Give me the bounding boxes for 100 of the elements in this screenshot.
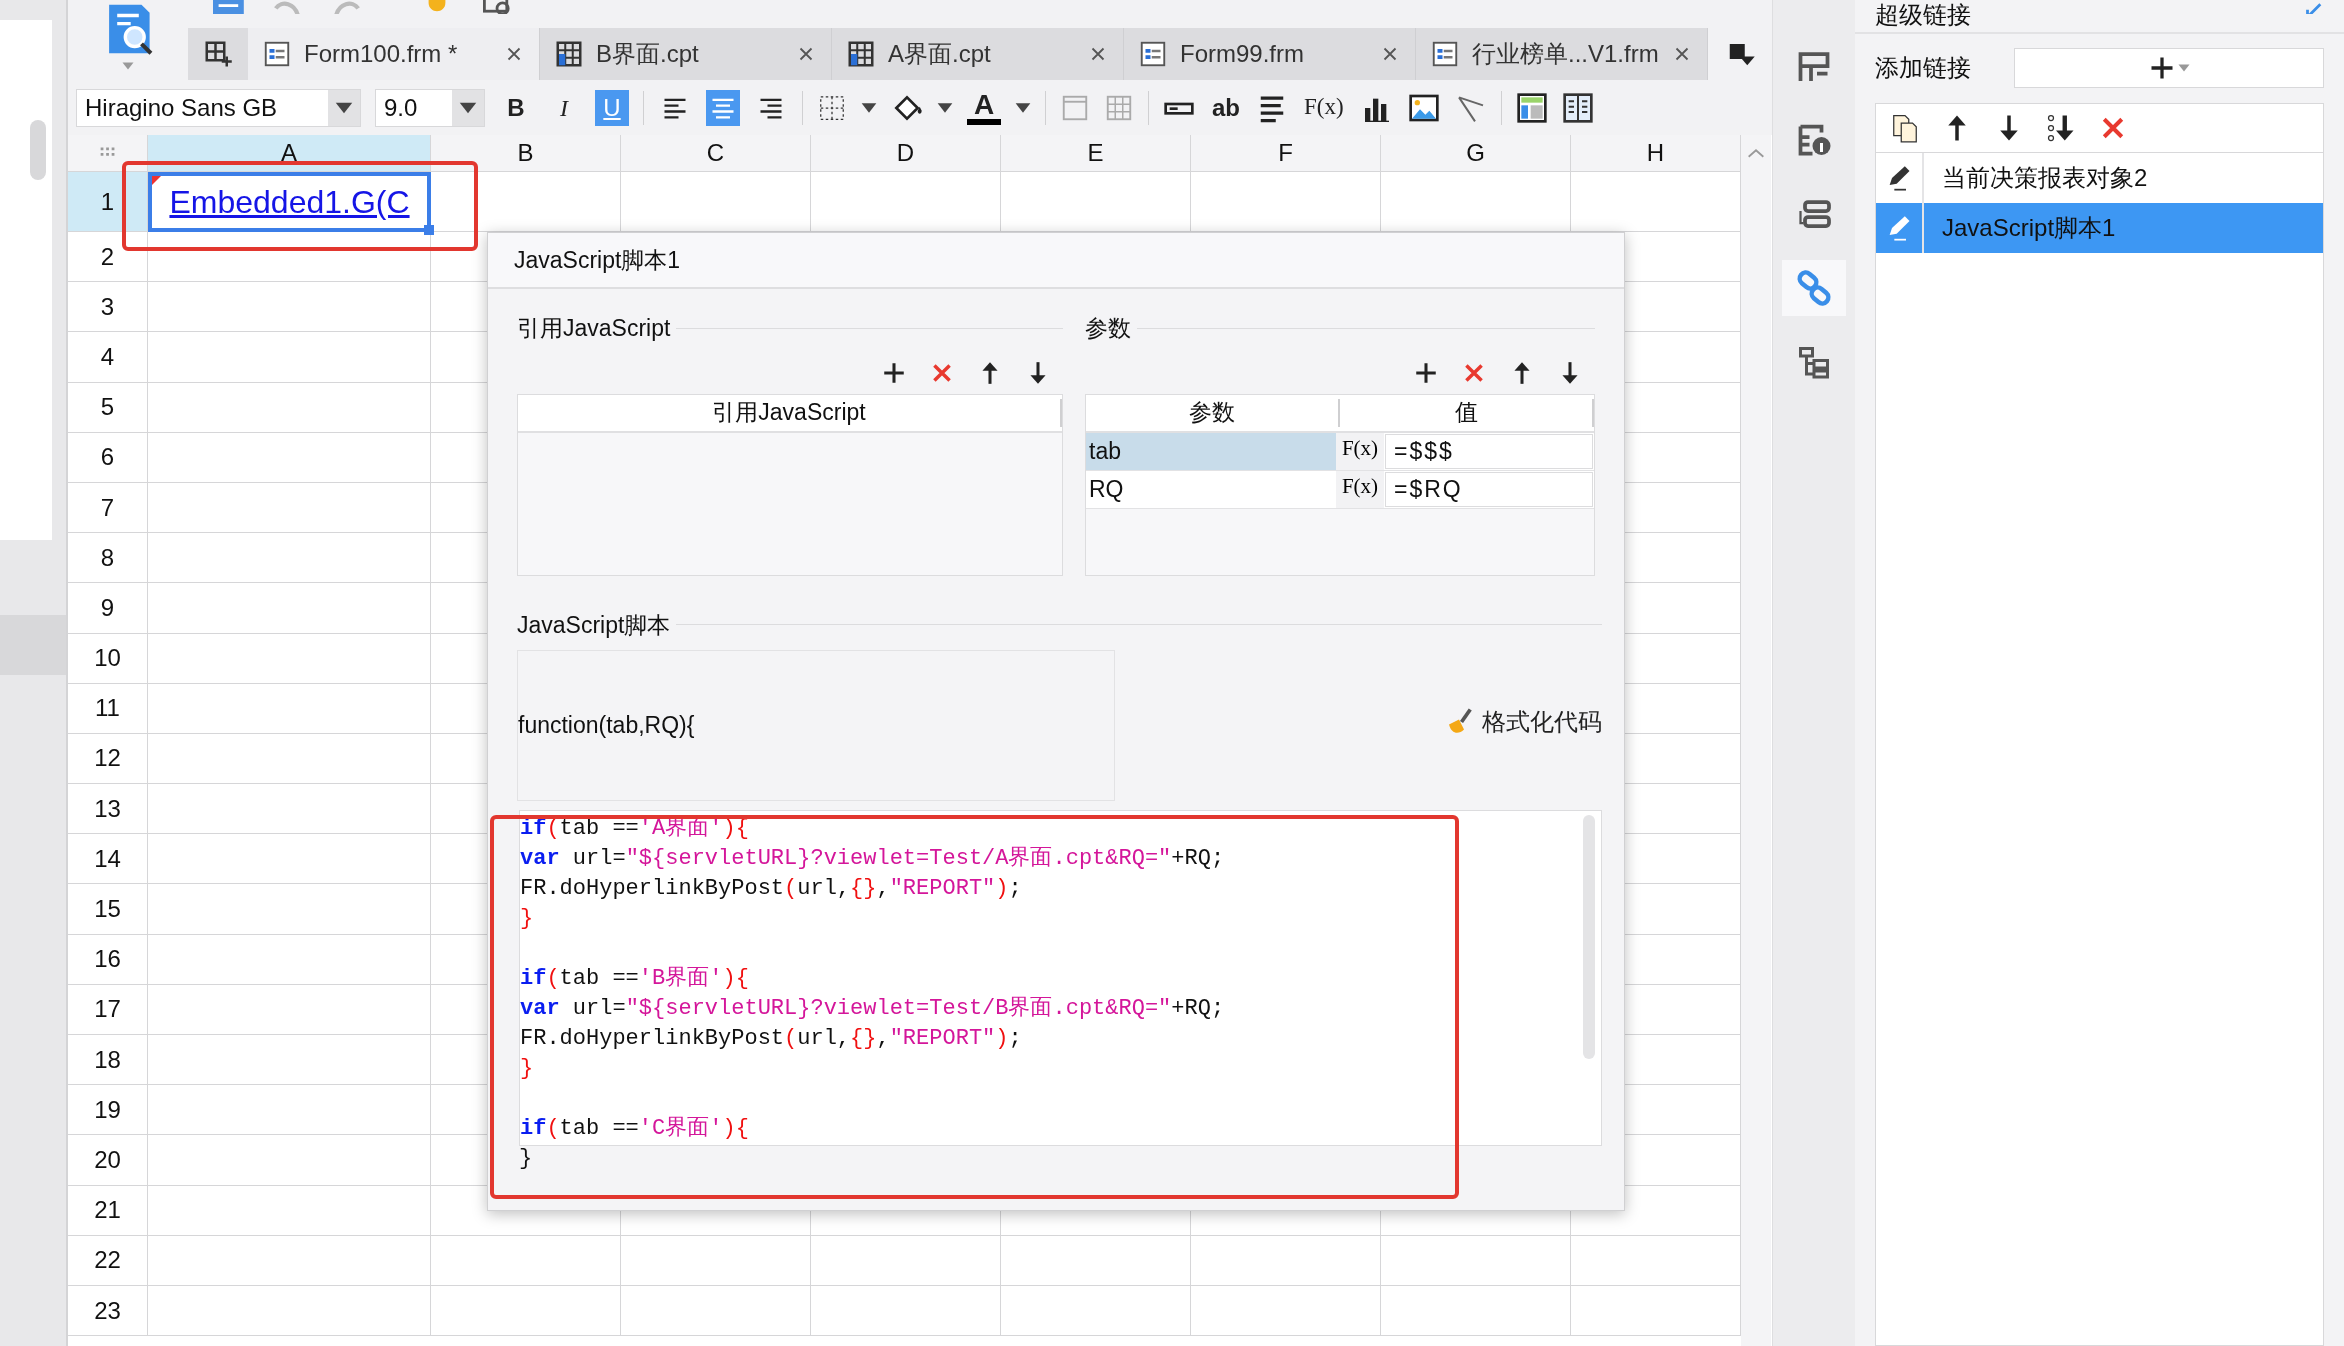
table-cell[interactable]	[621, 1235, 811, 1286]
table-cell[interactable]	[148, 683, 431, 734]
font-select[interactable]: Hiragino Sans GB	[76, 88, 361, 127]
row-header[interactable]: 16	[68, 934, 148, 985]
table-cell[interactable]	[148, 834, 431, 885]
row-header[interactable]: 20	[68, 1135, 148, 1186]
table-cell[interactable]	[148, 784, 431, 835]
table-cell[interactable]	[148, 984, 431, 1035]
panel-title: 超级链接	[1875, 0, 1971, 30]
table-cell[interactable]	[811, 1285, 1001, 1337]
copy-icon[interactable]	[1890, 113, 1920, 143]
row-header[interactable]: 18	[68, 1035, 148, 1086]
row-header[interactable]: 19	[68, 1085, 148, 1136]
table-cell[interactable]	[148, 432, 431, 483]
row-header[interactable]: 13	[68, 784, 148, 835]
font-color-button[interactable]: A	[967, 90, 1001, 125]
table-cell[interactable]	[811, 1235, 1001, 1286]
table-cell[interactable]	[148, 1135, 431, 1186]
format-code-button[interactable]: 格式化代码	[1444, 703, 1602, 740]
scrollbar-thumb[interactable]	[1583, 815, 1595, 1059]
column-header[interactable]: E	[1001, 135, 1191, 172]
table-cell[interactable]	[148, 733, 431, 785]
row-header[interactable]: 23	[68, 1285, 148, 1337]
row-header[interactable]: 12	[68, 733, 148, 785]
table-cell[interactable]	[148, 482, 431, 534]
table-cell[interactable]	[1381, 1285, 1571, 1337]
table-cell[interactable]	[148, 382, 431, 433]
row-header[interactable]: 6	[68, 432, 148, 483]
move-bottom-icon[interactable]	[2046, 113, 2076, 143]
row-header[interactable]: 14	[68, 834, 148, 885]
layout-icon[interactable]	[1515, 91, 1548, 124]
value-field[interactable]: =$$$	[1385, 433, 1593, 469]
table-cell[interactable]	[1191, 1285, 1381, 1337]
table-cell[interactable]	[148, 1185, 431, 1236]
add-link-button[interactable]	[2014, 48, 2324, 88]
grid-add-icon[interactable]	[203, 39, 233, 69]
table-cell[interactable]	[148, 232, 431, 283]
table-cell[interactable]	[148, 332, 431, 383]
row-header[interactable]: 7	[68, 482, 148, 534]
value-field[interactable]: =$RQ	[1385, 471, 1593, 507]
table-cell[interactable]: tab	[1086, 432, 1336, 470]
row-header[interactable]: 21	[68, 1185, 148, 1236]
fill-handle[interactable]	[424, 225, 434, 235]
row-header[interactable]: 3	[68, 282, 148, 333]
formula-button[interactable]: F(x)	[1336, 432, 1384, 470]
column-header[interactable]: C	[621, 135, 811, 172]
table-cell[interactable]	[148, 533, 431, 584]
table-cell[interactable]	[148, 884, 431, 935]
formula-button[interactable]: F(x)	[1301, 89, 1347, 126]
table-cell[interactable]	[148, 633, 431, 684]
table-cell[interactable]	[148, 1085, 431, 1136]
row-header[interactable]: 15	[68, 884, 148, 935]
column-header: 参数	[1086, 398, 1340, 427]
text-tool-button[interactable]: ab	[1209, 89, 1243, 126]
row-header[interactable]: 5	[68, 382, 148, 433]
table-cell[interactable]	[1381, 1235, 1571, 1286]
column-header[interactable]: B	[431, 135, 621, 172]
row-header[interactable]: 4	[68, 332, 148, 383]
size-select[interactable]: 9.0	[375, 88, 485, 127]
align-center-button[interactable]	[706, 89, 740, 126]
row-header[interactable]: 17	[68, 984, 148, 1035]
row-header[interactable]: 1	[68, 172, 148, 232]
scrollbar-thumb[interactable]	[30, 120, 46, 180]
table-cell[interactable]	[621, 1285, 811, 1337]
selected-cell[interactable]: Embedded1.G(C	[148, 172, 431, 232]
table-cell[interactable]	[1001, 1235, 1191, 1286]
table-cell[interactable]	[148, 1035, 431, 1086]
column-header[interactable]: G	[1381, 135, 1571, 172]
table-cell[interactable]	[431, 1285, 621, 1337]
table-cell[interactable]	[148, 1285, 431, 1337]
table-cell[interactable]	[148, 1235, 431, 1286]
row-header[interactable]: 8	[68, 533, 148, 584]
row-header[interactable]: 11	[68, 683, 148, 734]
table-cell[interactable]	[1191, 1235, 1381, 1286]
row-header[interactable]: 2	[68, 232, 148, 283]
row-header[interactable]: 22	[68, 1235, 148, 1286]
hyperlink-text[interactable]: Embedded1.G(C	[169, 178, 410, 226]
table-cell[interactable]	[148, 282, 431, 333]
list-item[interactable]: JavaScript脚本1	[1876, 203, 2323, 253]
italic-button[interactable]: I	[547, 89, 581, 126]
tree-icon	[1796, 344, 1832, 380]
table-cell[interactable]	[148, 934, 431, 985]
column-header[interactable]: F	[1191, 135, 1381, 172]
table-cell[interactable]: RQ	[1086, 470, 1336, 508]
column-header[interactable]: H	[1571, 135, 1741, 172]
table-cell[interactable]	[431, 1235, 621, 1286]
column-header[interactable]: D	[811, 135, 1001, 172]
side-tool-button[interactable]	[1782, 260, 1846, 316]
table-cell[interactable]	[148, 583, 431, 634]
formula-button[interactable]: F(x)	[1336, 470, 1384, 508]
caret-icon	[2178, 62, 2190, 74]
row-header[interactable]: 9	[68, 583, 148, 634]
row-header[interactable]: 10	[68, 633, 148, 684]
table-cell[interactable]	[1001, 1285, 1191, 1337]
bold-button[interactable]: B	[499, 89, 533, 126]
document-icon[interactable]	[210, 0, 244, 14]
code-editor[interactable]	[519, 810, 1602, 1146]
columns-icon[interactable]	[1561, 91, 1594, 124]
document-tab[interactable]: Form100.frm *	[248, 28, 540, 80]
form-icon	[1430, 39, 1460, 69]
